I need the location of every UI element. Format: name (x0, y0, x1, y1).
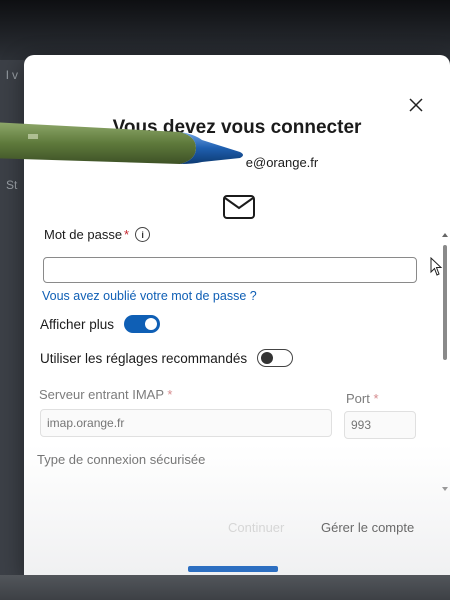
connection-type-label: Type de connexion sécurisée (37, 452, 206, 467)
screen-top-edge (0, 0, 450, 60)
background-blue-element (188, 566, 278, 572)
required-mark: * (373, 391, 379, 406)
background-text-fragment: l v (6, 68, 18, 82)
show-more-toggle[interactable] (124, 315, 161, 333)
incoming-server-label: Serveur entrant IMAP * (39, 387, 172, 402)
monitor-bottom-bezel (0, 575, 450, 600)
port-input[interactable] (344, 411, 416, 439)
show-more-row: Afficher plus (40, 315, 161, 333)
scroll-down-arrow[interactable] (442, 487, 448, 491)
required-mark: * (167, 387, 173, 402)
required-mark: * (124, 227, 130, 242)
port-label: Port * (346, 391, 379, 406)
mail-icon (223, 195, 255, 219)
password-input[interactable] (43, 257, 417, 283)
scroll-up-arrow[interactable] (442, 233, 448, 237)
mouse-cursor-icon (430, 257, 443, 276)
close-icon (409, 98, 423, 112)
show-more-label: Afficher plus (40, 316, 115, 332)
recommended-settings-toggle[interactable] (257, 349, 294, 367)
info-icon[interactable]: i (135, 227, 151, 242)
incoming-server-input[interactable] (40, 409, 332, 437)
recommended-settings-label: Utiliser les réglages recommandés (40, 350, 248, 366)
manage-account-button[interactable]: Gérer le compte (321, 520, 414, 535)
password-label: Mot de passe * i (44, 227, 151, 242)
password-label-text: Mot de passe (44, 227, 123, 242)
recommended-settings-row: Utiliser les réglages recommandés (40, 349, 294, 367)
forgot-password-link[interactable]: Vous avez oublié votre mot de passe ? (42, 289, 257, 303)
continue-button[interactable]: Continuer (228, 520, 284, 535)
incoming-server-label-text: Serveur entrant IMAP (39, 387, 164, 402)
background-text-fragment: St (6, 178, 18, 192)
port-label-text: Port (346, 391, 370, 406)
pen-icon (0, 122, 243, 164)
close-button[interactable] (406, 95, 426, 115)
